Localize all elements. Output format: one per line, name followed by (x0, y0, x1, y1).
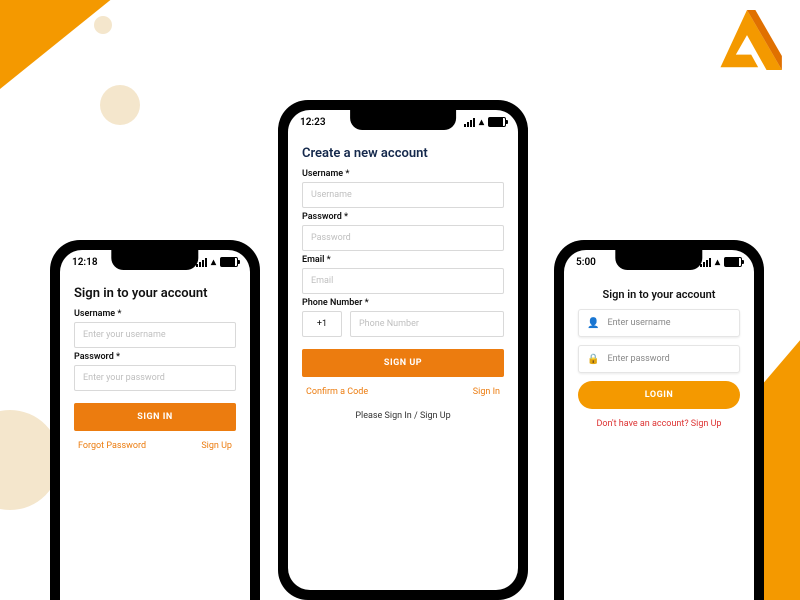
username-input[interactable]: Username (302, 182, 504, 208)
password-label: Password * (74, 352, 236, 362)
phone-frame-login: 5:00 ▴ Sign in to your account 👤 Enter u… (554, 240, 764, 600)
page-title: Sign in to your account (74, 286, 236, 301)
signin-link[interactable]: Sign In (473, 387, 500, 397)
login-button[interactable]: LOGIN (578, 381, 740, 409)
country-code-input[interactable]: +1 (302, 311, 342, 337)
username-label: Username * (74, 309, 236, 319)
status-time: 12:23 (300, 117, 326, 128)
password-input[interactable]: Password (302, 225, 504, 251)
status-bar: 12:23 ▴ (288, 114, 518, 130)
username-placeholder: Enter username (607, 318, 670, 328)
amplify-logo-icon (712, 10, 782, 70)
status-time: 12:18 (72, 257, 98, 268)
wifi-icon: ▴ (715, 257, 720, 268)
phone-frame-signup: 12:23 ▴ Create a new account Username * … (278, 100, 528, 600)
battery-icon (724, 257, 742, 267)
username-label: Username * (302, 169, 504, 179)
password-placeholder: Enter password (607, 354, 669, 364)
status-bar: 5:00 ▴ (564, 254, 754, 270)
signal-icon (700, 258, 711, 267)
status-bar: 12:18 ▴ (60, 254, 250, 270)
password-input[interactable]: Enter your password (74, 365, 236, 391)
forgot-password-link[interactable]: Forgot Password (78, 441, 146, 451)
wifi-icon: ▴ (479, 117, 484, 128)
bg-dot (94, 16, 112, 34)
bg-dot (100, 85, 140, 125)
email-input[interactable]: Email (302, 268, 504, 294)
auth-prompt: Please Sign In / Sign Up (302, 411, 504, 421)
confirm-code-link[interactable]: Confirm a Code (306, 387, 368, 397)
status-time: 5:00 (576, 257, 596, 268)
battery-icon (220, 257, 238, 267)
phone-label: Phone Number * (302, 298, 504, 308)
phone-input[interactable]: Phone Number (350, 311, 504, 337)
page-title: Create a new account (302, 146, 504, 161)
user-icon: 👤 (587, 318, 599, 329)
phone-frame-signin: 12:18 ▴ Sign in to your account Username… (50, 240, 260, 600)
password-label: Password * (302, 212, 504, 222)
page-title: Sign in to your account (578, 288, 740, 301)
wifi-icon: ▴ (211, 257, 216, 268)
signin-button[interactable]: SIGN IN (74, 403, 236, 431)
username-input[interactable]: 👤 Enter username (578, 309, 740, 337)
username-input[interactable]: Enter your username (74, 322, 236, 348)
email-label: Email * (302, 255, 504, 265)
signup-link[interactable]: Sign Up (201, 441, 232, 451)
signup-button[interactable]: SIGN UP (302, 349, 504, 377)
lock-icon: 🔒 (587, 354, 599, 365)
battery-icon (488, 117, 506, 127)
signal-icon (464, 118, 475, 127)
signup-prompt-link[interactable]: Don't have an account? Sign Up (578, 419, 740, 429)
signal-icon (196, 258, 207, 267)
password-input[interactable]: 🔒 Enter password (578, 345, 740, 373)
